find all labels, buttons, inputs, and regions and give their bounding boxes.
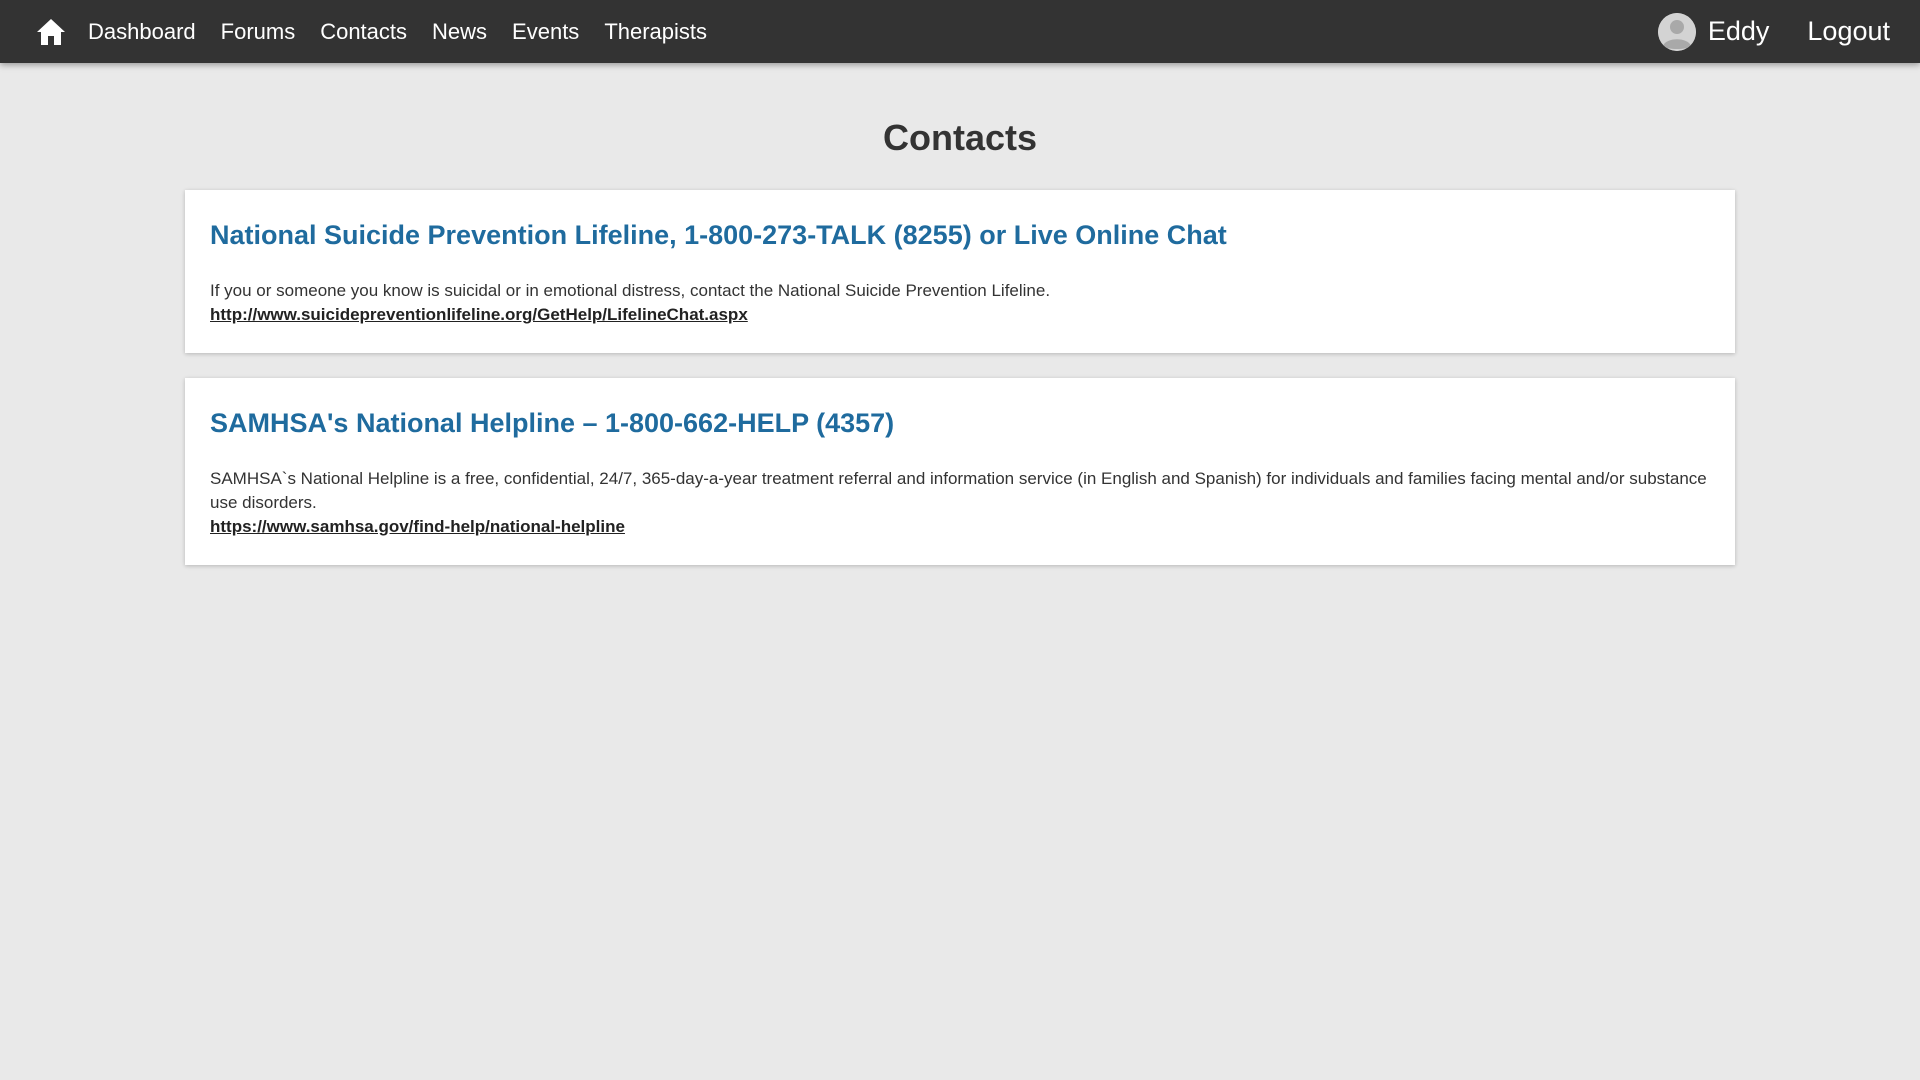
- contact-card-description: If you or someone you know is suicidal o…: [210, 281, 1051, 300]
- nav-link-forums[interactable]: Forums: [221, 19, 296, 45]
- nav-link-contacts[interactable]: Contacts: [320, 19, 407, 45]
- logout-button[interactable]: Logout: [1807, 16, 1890, 47]
- user-name: Eddy: [1707, 16, 1770, 46]
- top-navbar: Dashboard Forums Contacts News Events Th…: [0, 0, 1920, 63]
- page-title: Contacts: [882, 117, 1038, 158]
- nav-link-events[interactable]: Events: [512, 19, 579, 45]
- nav-link-therapists[interactable]: Therapists: [604, 19, 707, 45]
- contact-card-link[interactable]: http://www.suicidepreventionlifeline.org…: [210, 303, 748, 327]
- user-menu[interactable]: Eddy: [1657, 12, 1770, 51]
- contact-card-title: SAMHSA's National Helpline – 1-800-662-H…: [210, 408, 895, 438]
- nav-right: Eddy Logout: [1657, 12, 1890, 51]
- contact-card-description: SAMHSA`s National Helpline is a free, co…: [210, 469, 1707, 512]
- nav-links: Dashboard Forums Contacts News Events Th…: [88, 19, 732, 45]
- contact-card: SAMHSA's National Helpline – 1-800-662-H…: [185, 378, 1735, 565]
- nav-link-dashboard[interactable]: Dashboard: [88, 19, 196, 45]
- main-content: Contacts National Suicide Prevention Lif…: [0, 63, 1920, 565]
- contact-card: National Suicide Prevention Lifeline, 1-…: [185, 190, 1735, 353]
- user-avatar-icon: [1657, 12, 1696, 51]
- contact-list: National Suicide Prevention Lifeline, 1-…: [185, 190, 1735, 590]
- contact-card-title: National Suicide Prevention Lifeline, 1-…: [210, 220, 1227, 250]
- home-icon: [37, 18, 65, 45]
- nav-link-news[interactable]: News: [432, 19, 487, 45]
- home-button[interactable]: [32, 13, 70, 51]
- contact-card-link[interactable]: https://www.samhsa.gov/find-help/nationa…: [210, 515, 625, 539]
